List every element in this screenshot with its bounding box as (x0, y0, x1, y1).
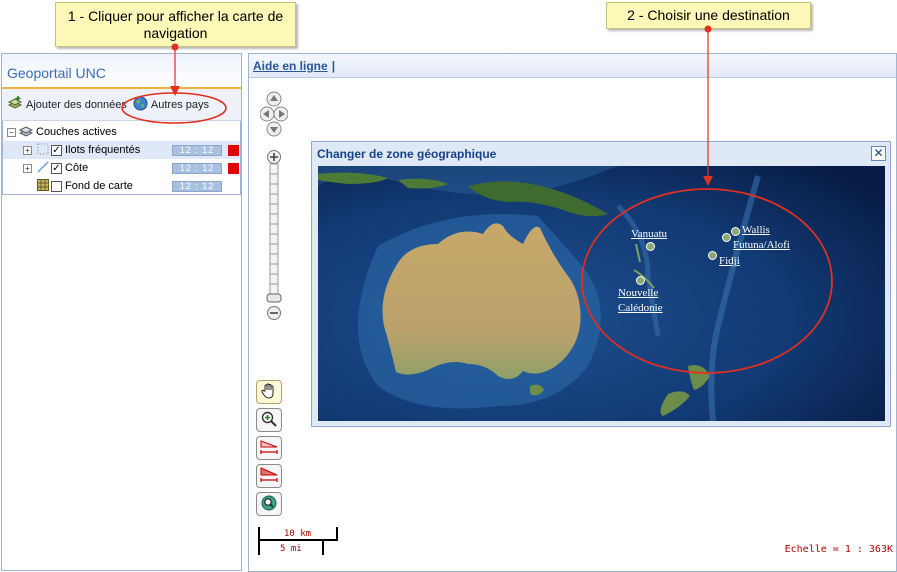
dialog-title: Changer de zone géographique (317, 147, 497, 161)
destination-nc-link-line1[interactable]: Nouvelle (618, 286, 658, 301)
callout-step-1: 1 - Cliquer pour afficher la carte de na… (55, 2, 296, 47)
scale-ratio: Echelle = 1 : 363K (784, 544, 893, 555)
add-data-label: Ajouter des données (26, 98, 127, 111)
destination-marker-wallis[interactable] (731, 227, 740, 236)
map-header: Aide en ligne | (249, 54, 896, 78)
collapse-icon[interactable]: − (7, 127, 16, 137)
destination-fidji-link[interactable]: Fidji (719, 254, 740, 269)
layer-tree: − Couches actives + ✓ Ilots fréquentés 1… (2, 121, 241, 195)
destination-vanuatu-link[interactable]: Vanuatu (631, 227, 667, 242)
scale-km-label: 10 km (284, 529, 312, 539)
layer-row-ilots[interactable]: + ✓ Ilots fréquentés 12 : 12 (3, 141, 240, 159)
opacity-slider[interactable]: 12 : 12 (172, 180, 222, 192)
raster-layer-icon (37, 178, 49, 194)
opacity-slider[interactable]: 12 : 12 (172, 162, 222, 174)
help-link[interactable]: Aide en ligne (253, 59, 328, 73)
pan-control[interactable] (259, 91, 289, 137)
layer-color-swatch[interactable] (228, 162, 239, 174)
layer-color-swatch[interactable] (228, 144, 239, 156)
scale-mi-label: 5 mi (280, 544, 302, 554)
layer-label: Ilots fréquentés (65, 144, 141, 156)
expand-icon[interactable]: + (23, 145, 32, 155)
globe-icon (133, 95, 148, 114)
measure-distance-button[interactable] (256, 436, 282, 460)
layers-icon (18, 124, 34, 141)
zoom-in-button[interactable] (256, 408, 282, 432)
measure-distance-icon (259, 438, 279, 459)
zone-picker-dialog: Changer de zone géographique ✕ Vanuatu W… (311, 141, 891, 427)
opacity-slider[interactable]: 12 : 12 (172, 144, 222, 156)
destination-marker-futuna[interactable] (722, 233, 731, 242)
add-data-icon (7, 95, 23, 114)
app-title: Geoportail UNC (2, 54, 241, 89)
layer-label: Fond de carte (65, 180, 133, 192)
layer-visibility-checkbox[interactable]: ✓ (51, 162, 62, 174)
oceania-map-image (318, 166, 885, 421)
pan-hand-icon (260, 382, 278, 403)
layer-panel: Geoportail UNC Ajouter des données Autre… (1, 53, 242, 571)
other-countries-button[interactable]: Autres pays (133, 95, 210, 114)
layer-root-label: Couches actives (36, 126, 117, 138)
destination-futuna-link[interactable]: Futuna/Alofi (733, 238, 790, 253)
layer-label: Côte (65, 162, 89, 174)
layer-visibility-checkbox[interactable] (51, 180, 62, 192)
zoom-extent-icon (260, 494, 278, 515)
measure-area-icon (259, 466, 279, 487)
zoom-extent-button[interactable] (256, 492, 282, 516)
layer-tree-root[interactable]: − Couches actives (3, 123, 240, 141)
screenshot-root: { "callouts": { "step1": "1 - Cliquer po… (0, 0, 897, 572)
zone-map[interactable]: Vanuatu Wallis Futuna/Alofi Fidji Nouvel… (318, 166, 885, 421)
destination-wallis-link[interactable]: Wallis (742, 223, 770, 238)
destination-marker-vanuatu[interactable] (646, 242, 655, 251)
layer-toolbar: Ajouter des données Autres pays (2, 89, 241, 121)
layer-visibility-checkbox[interactable]: ✓ (51, 144, 62, 156)
measure-area-button[interactable] (256, 464, 282, 488)
scale-bar: 10 km 5 mi (258, 527, 342, 557)
layer-row-fond[interactable]: Fond de carte 12 : 12 (3, 177, 240, 195)
header-separator: | (331, 59, 336, 73)
layer-row-cote[interactable]: + ✓ Côte 12 : 12 (3, 159, 240, 177)
pan-hand-button[interactable] (256, 380, 282, 404)
destination-marker-nouvelle-caledonie[interactable] (636, 276, 645, 285)
other-countries-label: Autres pays (150, 98, 210, 111)
line-layer-icon (37, 161, 49, 176)
destination-nc-link-line2[interactable]: Calédonie (618, 301, 663, 316)
point-layer-icon (37, 143, 49, 158)
zoom-slider[interactable] (266, 150, 282, 322)
close-icon[interactable]: ✕ (871, 146, 886, 161)
destination-marker-fidji[interactable] (708, 251, 717, 260)
callout-step-2: 2 - Choisir une destination (606, 2, 811, 29)
zoom-in-icon (260, 410, 278, 431)
expand-icon[interactable]: + (23, 163, 32, 173)
add-data-button[interactable]: Ajouter des données (7, 95, 127, 114)
